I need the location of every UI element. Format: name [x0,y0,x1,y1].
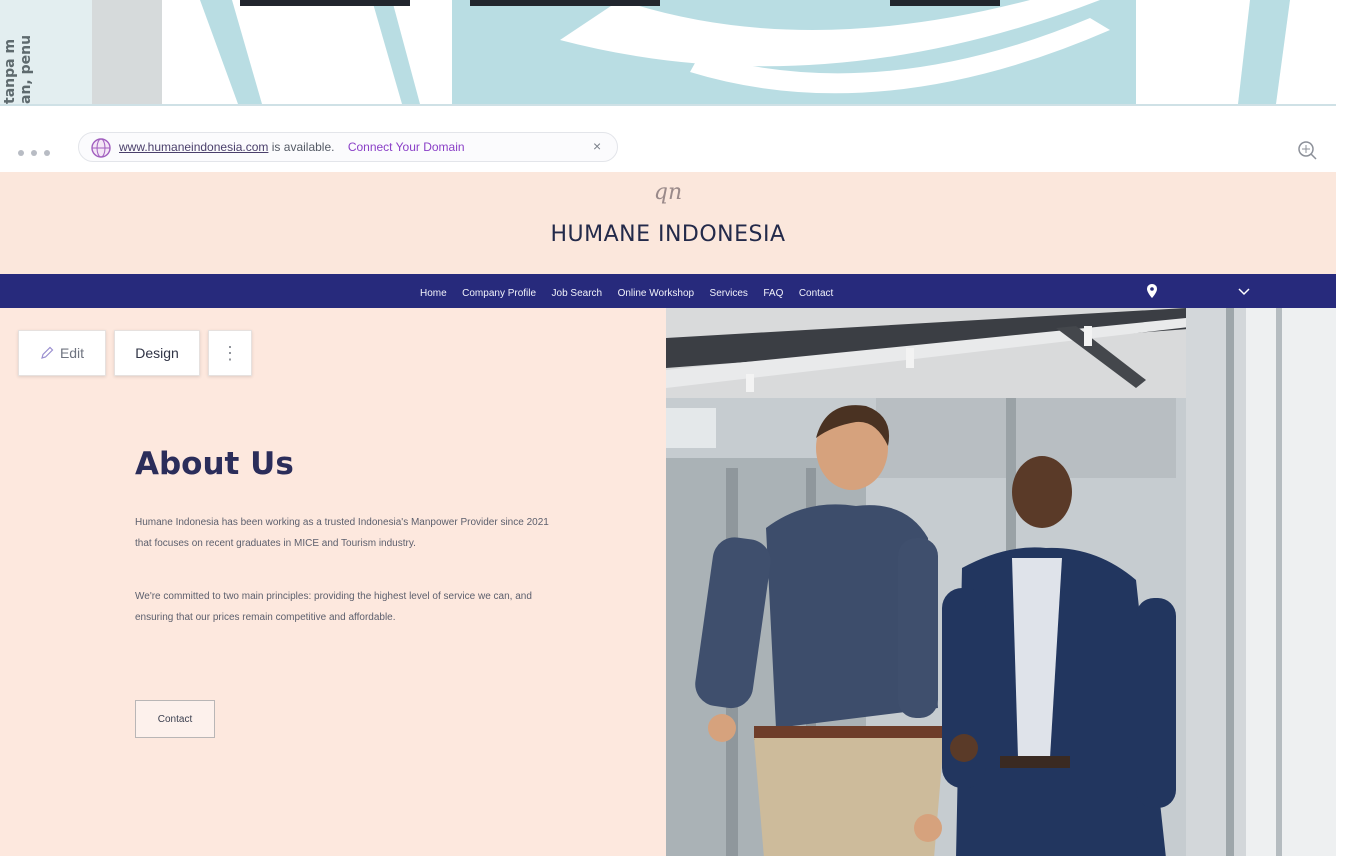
office-photo-illustration [666,308,1336,856]
about-paragraph-1: Humane Indonesia has been working as a t… [135,517,549,549]
contact-button[interactable]: Contact [135,700,215,738]
url-bar[interactable]: www.humaneindonesia.com is available. Co… [78,132,618,162]
site-navbar: Home Company Profile Job Search Online W… [0,274,1336,308]
nav-item-job-search[interactable]: Job Search [552,288,603,299]
pencil-icon [41,346,54,359]
site-title[interactable]: HUMANE INDONESIA [0,222,1336,247]
page-right-margin [1336,104,1354,856]
location-pin-icon[interactable] [1147,284,1157,298]
site-logo[interactable]: qn [0,180,1336,205]
nav-item-online-workshop[interactable]: Online Workshop [618,288,695,299]
about-section: Edit Design ⋮ About Us Humane Indonesia … [0,308,666,856]
search-icon[interactable] [1296,139,1318,161]
nav-item-faq[interactable]: FAQ [763,288,783,299]
chevron-down-icon[interactable] [1238,286,1250,296]
close-banner-button[interactable]: × [593,138,601,154]
contact-button-label: Contact [157,713,193,725]
nav-item-contact[interactable]: Contact [799,288,833,299]
edit-button-label: Edit [59,345,85,361]
url-status-text: is available. [271,140,335,154]
nav-menu: Home Company Profile Job Search Online W… [420,283,844,301]
edit-button[interactable]: Edit [18,330,106,376]
nav-item-company-profile[interactable]: Company Profile [462,288,536,299]
nav-item-home[interactable]: Home [420,288,447,299]
browser-window: www.humaneindonesia.com is available. Co… [0,104,1336,856]
design-button[interactable]: Design [114,330,200,376]
url-domain-link[interactable]: www.humaneindonesia.com [119,140,268,154]
about-paragraph-2: We're committed to two main principles: … [135,591,532,623]
window-controls[interactable] [18,143,57,161]
hero-photo [666,308,1336,856]
more-options-button[interactable]: ⋮ [208,330,252,376]
background-swoosh-shapes [200,0,1354,104]
url-text[interactable]: www.humaneindonesia.com is available. Co… [119,140,465,154]
about-heading: About Us [135,446,294,482]
window-dot[interactable] [31,150,37,156]
site-header: qn HUMANE INDONESIA [0,172,1336,274]
window-dot[interactable] [18,150,24,156]
background-dark-mark [890,0,1000,6]
background-dark-mark [470,0,660,6]
connect-domain-link[interactable]: Connect Your Domain [348,140,465,154]
browser-address-bar: www.humaneindonesia.com is available. Co… [0,106,1336,172]
globe-icon [91,138,111,158]
background-dark-mark [240,0,410,6]
nav-item-services[interactable]: Services [710,288,748,299]
design-button-label: Design [135,345,179,361]
more-options-icon: ⋮ [221,342,239,363]
window-dot[interactable] [44,150,50,156]
